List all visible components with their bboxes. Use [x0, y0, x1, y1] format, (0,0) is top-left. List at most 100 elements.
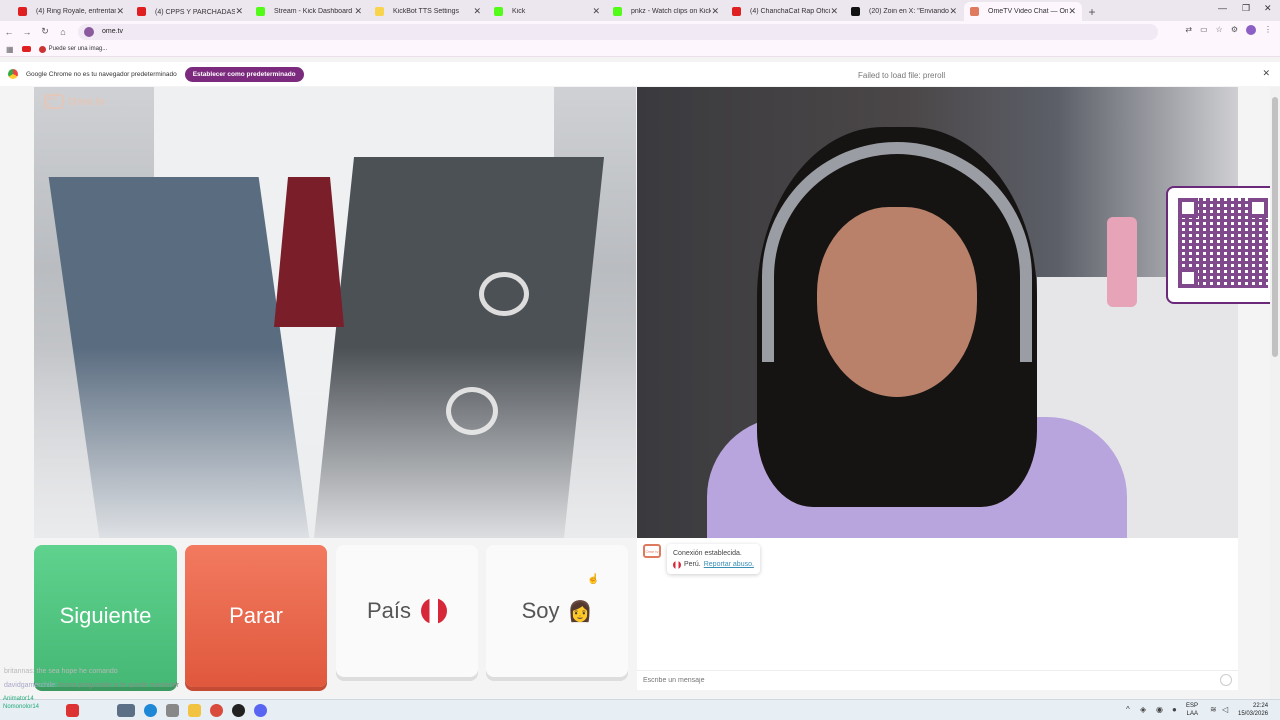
tab-close-icon[interactable]: ✕	[592, 6, 600, 17]
file-explorer-icon[interactable]	[188, 704, 201, 717]
bookmark-label: Puede ser una imag...	[48, 46, 108, 52]
default-browser-infobar: Google Chrome no es tu navegador predete…	[0, 62, 1280, 86]
country-filter-button[interactable]: País	[336, 545, 478, 677]
url-text: ome.tv	[102, 28, 124, 35]
address-bar-row: ← → ↻ ⌂ ome.tv ⇄ ▭ ☆ ⚙ ⋮	[0, 21, 1280, 42]
browser-tab[interactable]: Stream - Kick Dashboard ✕	[250, 2, 368, 21]
bookmarks-bar: ▦ Puede ser una imag...	[0, 42, 1280, 57]
home-icon[interactable]: ⌂	[54, 27, 72, 37]
tab-favicon-icon	[375, 7, 384, 16]
set-default-button[interactable]: Establecer como predeterminado	[184, 66, 304, 82]
tab-favicon-icon	[613, 7, 622, 16]
browser-tab[interactable]: KickBot TTS Settings ✕	[369, 2, 487, 21]
peru-flag-icon	[421, 598, 448, 624]
tray-mic-icon[interactable]: ●	[1172, 705, 1177, 714]
stop-button[interactable]: Parar	[185, 545, 327, 687]
message-bubble: Conexión establecida. Perú. Reportar abu…	[667, 544, 760, 574]
infobar-message: Google Chrome no es tu navegador predete…	[26, 70, 177, 78]
scrollbar-thumb[interactable]	[1272, 97, 1278, 357]
page-scrollbar[interactable]	[1270, 87, 1280, 699]
browser-tab[interactable]: pnkz - Watch clips on Kick ✕	[607, 2, 725, 21]
ometv-logo-text: Ome.tv	[68, 95, 106, 108]
youtube-bookmark-icon[interactable]	[21, 46, 31, 52]
video-fade	[34, 347, 636, 538]
discord-icon[interactable]	[254, 704, 267, 717]
window-close-button[interactable]: ✕	[1264, 3, 1272, 14]
gender-button[interactable]: Soy 👩	[486, 545, 628, 677]
emoji-icon[interactable]	[1220, 674, 1232, 686]
media-app-icon[interactable]	[166, 704, 179, 717]
tab-title: (4) CPPS Y PARCHADAS 🔥	[155, 8, 235, 16]
tray-app-icon[interactable]: ◈	[1140, 705, 1146, 714]
qr-pattern	[1178, 198, 1268, 288]
menu-icon[interactable]: ⋮	[1264, 25, 1272, 35]
system-message: Ome tv Conexión establecida. Perú. Repor…	[643, 544, 760, 574]
ometv-logo-icon: Ome tv	[44, 94, 64, 109]
browser-tab[interactable]: (4) Ring Royale, enfrentamient...✕	[12, 2, 130, 21]
browser-tab[interactable]: (20) Zoin en X: "Enviando invita✕	[845, 2, 963, 21]
edge-icon[interactable]	[144, 704, 157, 717]
peru-flag-icon	[673, 560, 681, 569]
tab-close-icon[interactable]: ✕	[1068, 6, 1076, 17]
stream-app-icon[interactable]	[66, 704, 79, 717]
cast-icon[interactable]: ▭	[1200, 25, 1208, 35]
browser-tab[interactable]: (4) ChanchaCat Rap Oficial - Yo✕	[726, 2, 844, 21]
translate-icon[interactable]: ⇄	[1185, 25, 1192, 35]
address-input[interactable]: ome.tv	[78, 23, 1158, 40]
tab-bar: (4) Ring Royale, enfrentamient...✕(4) CP…	[0, 0, 1280, 21]
tray-chevron-icon[interactable]: ^	[1126, 705, 1130, 714]
local-video: Ome tv Ome.tv	[34, 87, 636, 538]
tab-close-icon[interactable]: ✕	[473, 6, 481, 17]
tab-close-icon[interactable]: ✕	[830, 6, 838, 17]
apps-grid-icon[interactable]: ▦	[6, 45, 14, 54]
wifi-icon[interactable]: ≋	[1210, 705, 1217, 714]
message-input[interactable]	[637, 670, 1238, 690]
back-icon[interactable]: ←	[0, 27, 18, 37]
tab-title: (4) Ring Royale, enfrentamient...	[36, 8, 116, 15]
mouse-cursor-icon: ☝	[587, 574, 600, 585]
forward-icon[interactable]: →	[18, 27, 36, 37]
extensions-icon[interactable]: ⚙	[1231, 25, 1238, 35]
video-ring	[479, 272, 529, 316]
video-cup	[1107, 217, 1137, 307]
tab-favicon-icon	[970, 7, 979, 16]
tab-close-icon[interactable]: ✕	[711, 6, 719, 17]
report-abuse-link[interactable]: Reportar abuso.	[704, 559, 754, 570]
tab-close-icon[interactable]: ✕	[354, 6, 362, 17]
chrome-logo-icon	[8, 69, 18, 79]
tray-app-icon[interactable]: ◉	[1156, 705, 1163, 714]
tab-favicon-icon	[256, 7, 265, 16]
browser-tab[interactable]: OmeTV Video Chat — Ome ✕	[964, 2, 1082, 21]
bookmark-star-icon[interactable]: ☆	[1216, 25, 1223, 35]
infobar-close-icon[interactable]: ✕	[1262, 68, 1270, 79]
chat-panel: Ome tv Conexión establecida. Perú. Repor…	[637, 538, 1238, 690]
chat-username: davidgamerchile:	[4, 682, 57, 689]
minimize-button[interactable]: —	[1218, 3, 1227, 13]
browser-tab[interactable]: (4) CPPS Y PARCHADAS 🔥✕	[131, 2, 249, 21]
clock[interactable]: 22:24 15/03/2026	[1238, 702, 1268, 718]
country-text: Perú.	[684, 561, 701, 568]
profile-avatar[interactable]	[1246, 25, 1256, 35]
tab-title: OmeTV Video Chat — Ome	[988, 8, 1068, 15]
tab-title: (20) Zoin en X: "Enviando invita	[869, 8, 949, 15]
ometv-logo[interactable]: Ome tv Ome.tv	[44, 94, 105, 109]
maximize-button[interactable]: ❐	[1242, 3, 1250, 14]
tab-title: Kick	[512, 8, 526, 15]
browser-tab[interactable]: Kick ✕	[488, 2, 606, 21]
language-indicator[interactable]: ESP LAA	[1186, 702, 1198, 718]
site-info-icon[interactable]	[84, 26, 94, 37]
taskview-icon[interactable]	[117, 704, 135, 717]
tab-title: KickBot TTS Settings	[393, 8, 460, 15]
tab-close-icon[interactable]: ✕	[235, 6, 243, 17]
obs-icon[interactable]	[232, 704, 245, 717]
yape-qr-code	[1166, 186, 1280, 304]
chrome-icon[interactable]	[210, 704, 223, 717]
volume-icon[interactable]: ◁	[1222, 705, 1228, 714]
next-button[interactable]: Siguiente	[34, 545, 177, 687]
new-tab-button[interactable]: +	[1083, 2, 1101, 21]
tab-close-icon[interactable]: ✕	[116, 6, 124, 17]
bookmark-item[interactable]: Puede ser una imag...	[38, 45, 108, 53]
reload-icon[interactable]: ↻	[36, 26, 54, 37]
tab-close-icon[interactable]: ✕	[949, 6, 957, 17]
tab-favicon-icon	[494, 7, 503, 16]
